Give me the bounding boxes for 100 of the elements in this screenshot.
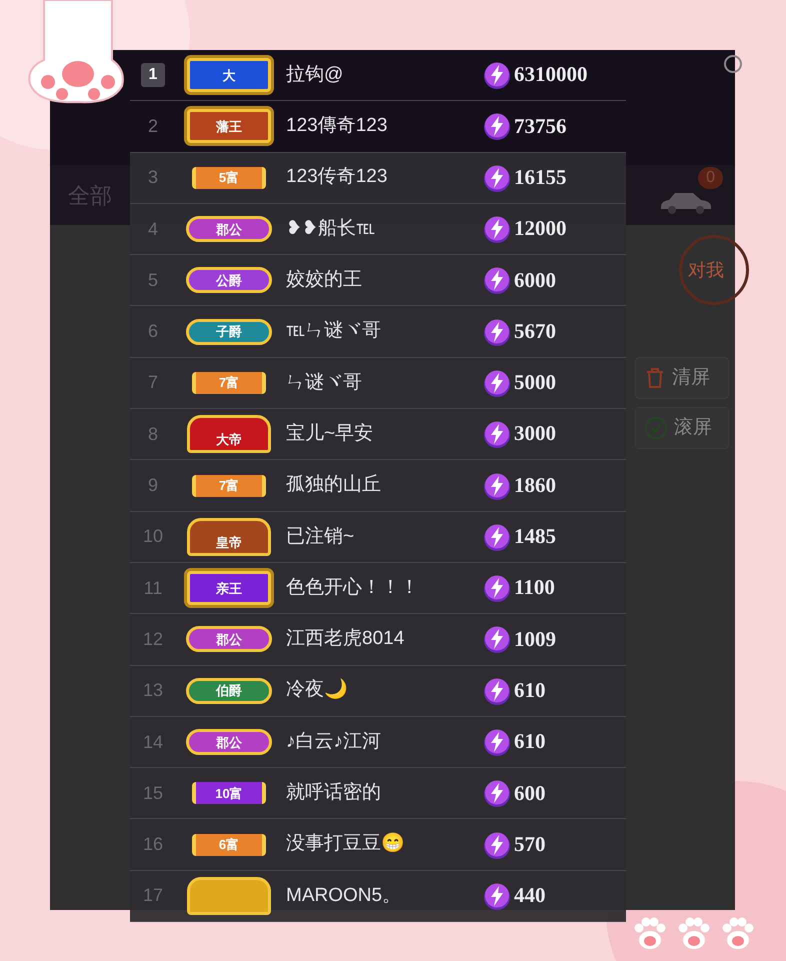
score: 1860: [514, 472, 556, 499]
user-name: MAROON5。: [285, 884, 402, 908]
lightning-coin-icon: [482, 573, 512, 604]
rank-badge: 伯爵: [186, 678, 272, 704]
rank-number: 2: [148, 114, 158, 138]
ranking-row[interactable]: 14 郡公 ♪白云♪江河 610: [130, 716, 626, 768]
lightning-coin-icon: [482, 214, 512, 244]
score: 610: [514, 676, 546, 704]
ranking-row[interactable]: 5 公爵 姣姣的王 6000: [130, 255, 626, 306]
lightning-coin-icon: [482, 316, 512, 347]
lightning-coin-icon: [482, 778, 512, 808]
rank-number: 3: [148, 166, 158, 190]
rank-badge: 7富: [192, 474, 266, 497]
info-circle-icon[interactable]: [723, 54, 743, 74]
crown-badge: 皇帝: [187, 518, 271, 556]
rank-badge: 郡公: [186, 729, 272, 755]
rank-number: 7: [148, 371, 158, 394]
ranking-row[interactable]: 13 伯爵 冷夜🌙 610: [130, 666, 626, 717]
lightning-coin-icon: [482, 470, 512, 501]
rank-badge: 6富: [192, 834, 266, 856]
ranking-row[interactable]: 1 大 拉钩@ 6310000: [130, 50, 626, 102]
rank-badge: 藩王: [187, 109, 271, 144]
user-name: 江西老虎8014: [285, 627, 406, 652]
ranking-row[interactable]: 12 郡公 江西老虎8014 1009: [130, 614, 626, 666]
user-name: 拉钩@: [285, 62, 344, 87]
user-name: 没事打豆豆😁: [285, 832, 406, 856]
user-name: 姣姣的王: [285, 268, 363, 292]
ranking-row[interactable]: 8 大帝 宝儿~早安 3000: [130, 409, 626, 460]
rank-number: 9: [148, 474, 158, 498]
rank-number: 13: [142, 679, 164, 702]
score: 16155: [514, 164, 566, 191]
score: 1009: [514, 626, 556, 653]
rank-number: 12: [142, 628, 164, 651]
crown-badge: 大帝: [187, 415, 271, 454]
ranking-row[interactable]: 3 5富 123传奇123 16155: [130, 152, 626, 204]
score: 6310000: [514, 61, 588, 88]
rank-number: 11: [144, 576, 162, 600]
lightning-coin-icon: [482, 624, 512, 654]
ranking-row[interactable]: 7 7富 ㄣ谜ヾ哥 5000: [130, 358, 626, 410]
rank-number: 5: [148, 268, 158, 292]
score: 600: [514, 780, 546, 807]
clear-screen-button[interactable]: 清屏: [635, 357, 729, 399]
user-name: ♪白云♪江河: [285, 730, 382, 754]
ranking-row[interactable]: 2 藩王 123傳奇123 73756: [130, 101, 626, 153]
ranking-row[interactable]: 11 亲王 色色开心！！！ 1100: [130, 562, 626, 614]
rank-badge: 郡公: [186, 626, 272, 652]
rank-badge: 10富: [192, 782, 266, 804]
score: 570: [514, 830, 546, 858]
rank-number: 10: [142, 525, 164, 548]
lightning-coin-icon: [482, 419, 512, 450]
rank-number: 15: [142, 782, 164, 805]
score: 610: [514, 728, 546, 756]
user-name: 123传奇123: [285, 165, 388, 190]
user-name: 就呼话密的: [285, 781, 382, 806]
ranking-row[interactable]: 10 皇帝 已注销~ 1485: [130, 512, 626, 563]
user-name: ℡ㄣ谜ヾ哥: [285, 319, 382, 344]
rank-badge: 郡公: [186, 216, 272, 242]
rank-badge: 5富: [192, 166, 266, 189]
ranking-row[interactable]: 9 7富 孤独的山丘 1860: [130, 460, 626, 512]
lightning-coin-icon: [482, 727, 512, 757]
rank-badge: 大: [187, 58, 271, 92]
lightning-coin-icon: [482, 368, 512, 398]
rank-number: 4: [148, 218, 158, 241]
score: 440: [514, 882, 546, 910]
score: 12000: [514, 215, 566, 242]
rank-badge: 公爵: [186, 267, 272, 294]
lightning-coin-icon: [482, 60, 512, 90]
lightning-coin-icon: [482, 111, 512, 142]
user-name: 孤独的山丘: [285, 473, 382, 498]
user-name: ㄣ谜ヾ哥: [285, 370, 363, 395]
score: 1100: [514, 574, 555, 602]
rank-number: 8: [148, 422, 158, 446]
ranking-row[interactable]: 16 6富 没事打豆豆😁 570: [130, 819, 626, 871]
lightning-coin-icon: [482, 880, 512, 911]
trash-icon: [644, 367, 666, 389]
ranking-row[interactable]: 4 郡公 ❥❥船长℡ 12000: [130, 204, 626, 256]
score: 5000: [514, 369, 556, 396]
user-name: 色色开心！！！: [285, 576, 420, 600]
score: 3000: [514, 420, 556, 448]
user-name: 已注销~: [285, 524, 356, 549]
user-name: 123傳奇123: [285, 114, 388, 138]
scroll-screen-button[interactable]: 滚屏: [635, 407, 729, 449]
user-name: 冷夜🌙: [285, 677, 349, 702]
ranking-row[interactable]: 17 MAROON5。 440: [130, 870, 626, 922]
ranking-row[interactable]: 6 子爵 ℡ㄣ谜ヾ哥 5670: [130, 306, 626, 358]
lightning-coin-icon: [482, 676, 512, 706]
user-name: 宝儿~早安: [285, 422, 374, 446]
rank-badge: 7富: [192, 372, 266, 394]
lightning-coin-icon: [482, 830, 512, 860]
lightning-coin-icon: [482, 522, 512, 552]
ranking-row[interactable]: 15 10富 就呼话密的 600: [130, 768, 626, 820]
lightning-coin-icon: [482, 265, 512, 296]
rank-number: 16: [142, 833, 164, 856]
score: 73756: [514, 112, 566, 140]
rank-number: 14: [142, 730, 164, 754]
score: 1485: [514, 523, 556, 550]
rank-badge: 子爵: [186, 318, 272, 345]
rank-number: 6: [148, 320, 158, 344]
rank-number: 1: [141, 63, 165, 88]
lightning-coin-icon: [482, 162, 512, 193]
